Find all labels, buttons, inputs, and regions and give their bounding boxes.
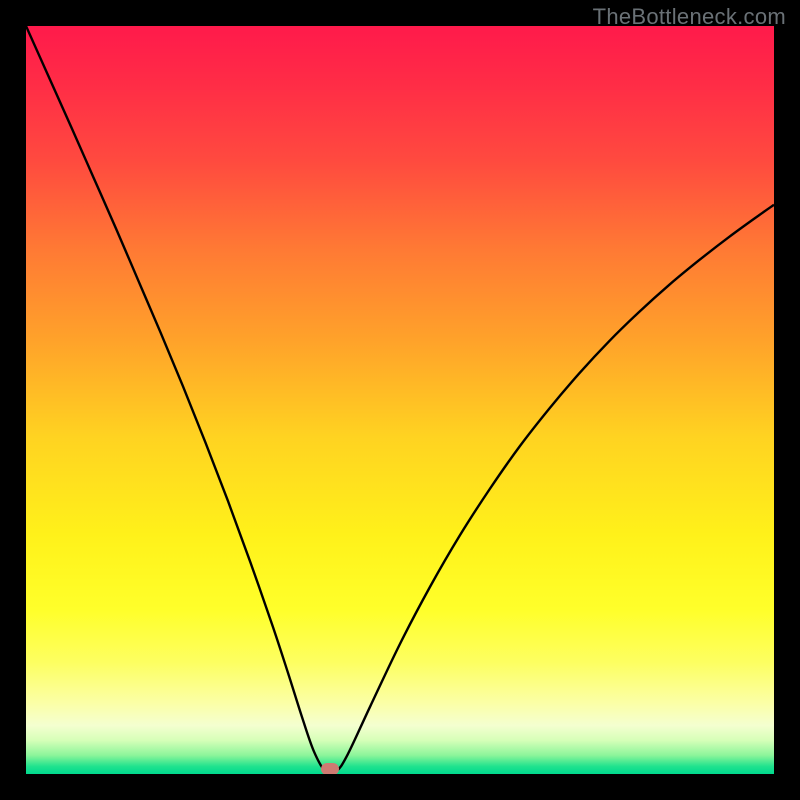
chart-stage: TheBottleneck.com [0, 0, 800, 800]
watermark-text: TheBottleneck.com [593, 4, 786, 30]
optimal-marker [321, 763, 339, 774]
gradient-background [26, 26, 774, 774]
plot-frame [26, 26, 774, 774]
bottleneck-plot [26, 26, 774, 774]
